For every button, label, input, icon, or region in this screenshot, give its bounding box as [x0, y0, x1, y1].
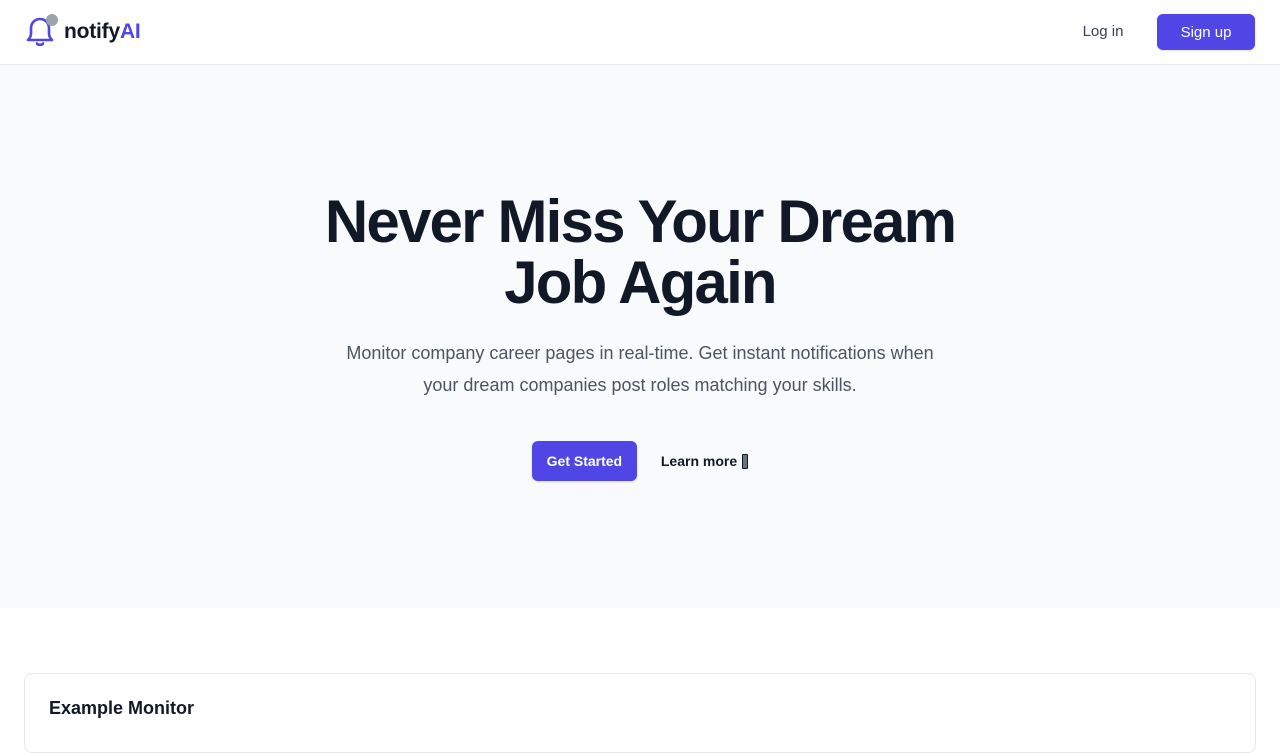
learn-more-link[interactable]: Learn more: [660, 441, 749, 481]
hero-subtitle-line2: your dream companies post roles matching…: [423, 375, 857, 395]
arrow-right-icon: [742, 453, 749, 469]
hero-section: Never Miss Your Dream Job Again Monitor …: [0, 65, 1280, 608]
notification-dot: [46, 14, 58, 26]
get-started-button[interactable]: Get Started: [531, 441, 637, 481]
bell-icon: [26, 14, 58, 50]
brand-name: notifyAI: [64, 20, 141, 43]
cta-row: Get Started Learn more: [0, 441, 1280, 481]
hero-subtitle-line1: Monitor company career pages in real-tim…: [346, 343, 934, 363]
signup-button[interactable]: Sign up: [1157, 14, 1255, 50]
learn-more-label: Learn more: [660, 453, 738, 469]
login-link[interactable]: Log in: [1070, 14, 1136, 50]
brand-logo[interactable]: notifyAI: [26, 12, 141, 52]
hero-title-line1: Never Miss Your Dream: [324, 188, 957, 255]
monitor-title: Example Monitor: [49, 698, 195, 718]
hero-subtitle: Monitor company career pages in real-tim…: [300, 337, 980, 401]
example-monitor-card: Example Monitor: [24, 673, 1256, 753]
site-header: notifyAI Log in Sign up: [0, 0, 1280, 65]
hero-title: Never Miss Your Dream Job Again: [240, 191, 1040, 313]
hero-title-line2: Job Again: [504, 249, 777, 316]
